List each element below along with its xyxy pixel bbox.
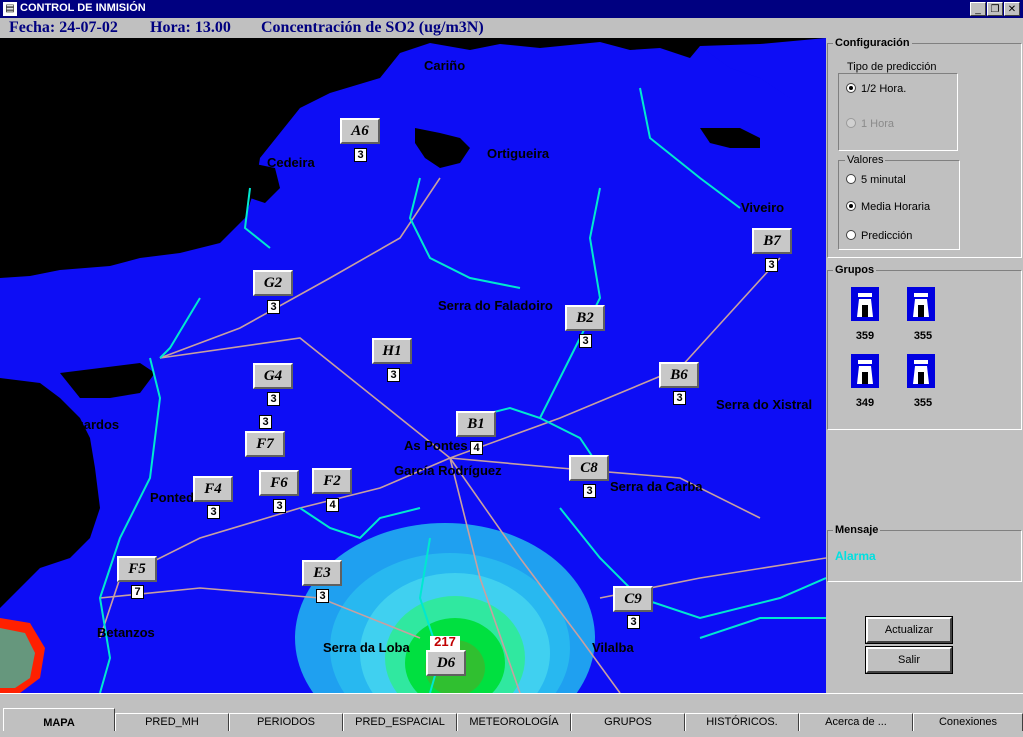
station-button[interactable]: F4 (193, 476, 233, 502)
place-label: Ferrol (76, 378, 113, 393)
grupo-value: 359 (855, 330, 875, 342)
radio-prediccion[interactable]: Predicción (846, 230, 912, 242)
station-value: 3 (579, 334, 592, 348)
station-button[interactable]: D6 (426, 650, 466, 676)
station-value: 3 (673, 391, 686, 405)
station-value: 3 (387, 368, 400, 382)
station-button[interactable]: B1 (456, 411, 496, 437)
minimize-button[interactable]: _ (970, 2, 986, 16)
station-button[interactable]: A6 (340, 118, 380, 144)
power-plant-icon[interactable] (851, 287, 879, 321)
config-title: Configuración (833, 37, 912, 49)
tab-pred-mh[interactable]: PRED_MH (115, 713, 229, 731)
restore-button[interactable]: ❐ (987, 2, 1003, 16)
place-label: Mugardos (57, 417, 120, 432)
tab-pred-espacial[interactable]: PRED_ESPACIAL (343, 713, 457, 731)
station-value: 4 (470, 441, 483, 455)
radio-one-hour[interactable]: 1 Hora (846, 118, 894, 130)
power-plant-icon[interactable] (851, 354, 879, 388)
place-label: Serra da Carba (610, 479, 703, 494)
place-label: Sada (9, 517, 41, 532)
place-label: Ortigueira (487, 146, 550, 161)
station-button[interactable]: G4 (253, 363, 293, 389)
place-label: Serra do Xistral (716, 397, 813, 412)
station-value: 3 (259, 415, 272, 429)
station-button[interactable]: E3 (302, 560, 342, 586)
tab-historicos[interactable]: HISTÓRICOS. (685, 713, 799, 731)
station-button[interactable]: F6 (259, 470, 299, 496)
place-label: Cariño (424, 58, 466, 73)
station-button[interactable]: F5 (117, 556, 157, 582)
tab-grupos[interactable]: GRUPOS (571, 713, 685, 731)
station-value: 3 (267, 300, 280, 314)
grupos-title: Grupos (833, 264, 877, 276)
power-plant-icon[interactable] (907, 354, 935, 388)
station-value: 4 (326, 498, 339, 512)
station-value: 217 (430, 635, 460, 650)
station-value: 3 (267, 392, 280, 406)
station-value: 3 (273, 499, 286, 513)
power-plant-icon[interactable] (907, 287, 935, 321)
grupo-value: 349 (855, 397, 875, 409)
station-button[interactable]: B7 (752, 228, 792, 254)
radio-media-horaria[interactable]: Media Horaria (846, 201, 930, 213)
radio-5-minutal[interactable]: 5 minutal (846, 174, 906, 186)
salir-button[interactable]: Salir (865, 646, 953, 674)
station-value: 3 (765, 258, 778, 272)
document-icon[interactable]: ▤ (3, 2, 17, 16)
radio-dot (846, 230, 856, 240)
place-label: Serra do Faladoiro (438, 298, 553, 313)
radio-dot (846, 118, 856, 128)
station-button[interactable]: F7 (245, 431, 285, 457)
right-panel: Configuración Tipo de predicción 1/2 Hor… (826, 33, 1023, 693)
place-label: Viveiro (741, 200, 785, 215)
valores-title: Valores (845, 154, 886, 166)
header-info: Fecha: 24-07-02 Hora: 13.00 Concentració… (0, 18, 826, 38)
grupo-value: 355 (913, 397, 933, 409)
tipo-title: Tipo de predicción (845, 61, 939, 73)
mensaje-title: Mensaje (833, 524, 881, 536)
radio-dot (846, 201, 856, 211)
place-label: Vilalba (592, 640, 634, 655)
station-button[interactable]: B6 (659, 362, 699, 388)
station-value: 3 (627, 615, 640, 629)
station-button[interactable]: G2 (253, 270, 293, 296)
map-graphic (0, 38, 826, 693)
station-value: 3 (207, 505, 220, 519)
station-button[interactable]: H1 (372, 338, 412, 364)
fecha-label: Fecha: 24-07-02 (9, 19, 118, 36)
place-label: Serra da Loba (323, 640, 410, 655)
station-value: 3 (583, 484, 596, 498)
station-button[interactable]: F2 (312, 468, 352, 494)
tab-bar: MAPA PRED_MH PERIODOS PRED_ESPACIAL METE… (0, 693, 1023, 735)
alarm-message: Alarma (835, 549, 876, 563)
concentration-map[interactable]: Cariño Cedeira Ortigueira Viveiro Serra … (0, 38, 826, 693)
station-button[interactable]: B2 (565, 305, 605, 331)
radio-half-hour[interactable]: 1/2 Hora. (846, 83, 906, 95)
tab-periodos[interactable]: PERIODOS (229, 713, 343, 731)
place-label: As Pontes (404, 438, 468, 453)
place-label: García Rodríguez (394, 463, 502, 478)
station-value: 3 (316, 589, 329, 603)
window-title: CONTROL DE INMISIÓN (20, 2, 146, 14)
tab-meteorologia[interactable]: METEOROLOGÍA (457, 713, 571, 731)
grupo-value: 355 (913, 330, 933, 342)
station-value: 3 (354, 148, 367, 162)
close-button[interactable]: ✕ (1004, 2, 1020, 16)
place-label: Cedeira (267, 155, 315, 170)
tab-conexiones[interactable]: Conexiones (913, 713, 1023, 731)
radio-dot (846, 83, 856, 93)
station-value: 7 (131, 585, 144, 599)
tab-mapa[interactable]: MAPA (3, 708, 115, 731)
station-button[interactable]: C8 (569, 455, 609, 481)
tab-acerca-de[interactable]: Acerca de ... (799, 713, 913, 731)
place-label: Ares (57, 440, 86, 455)
title-bar: ▤ CONTROL DE INMISIÓN _ ❐ ✕ (0, 0, 1023, 18)
concentracion-label: Concentración de SO2 (ug/m3N) (261, 19, 484, 36)
radio-dot (846, 174, 856, 184)
station-button[interactable]: C9 (613, 586, 653, 612)
actualizar-button[interactable]: Actualizar (865, 616, 953, 644)
hora-label: Hora: 13.00 (150, 19, 231, 36)
place-label: Betanzos (97, 625, 155, 640)
